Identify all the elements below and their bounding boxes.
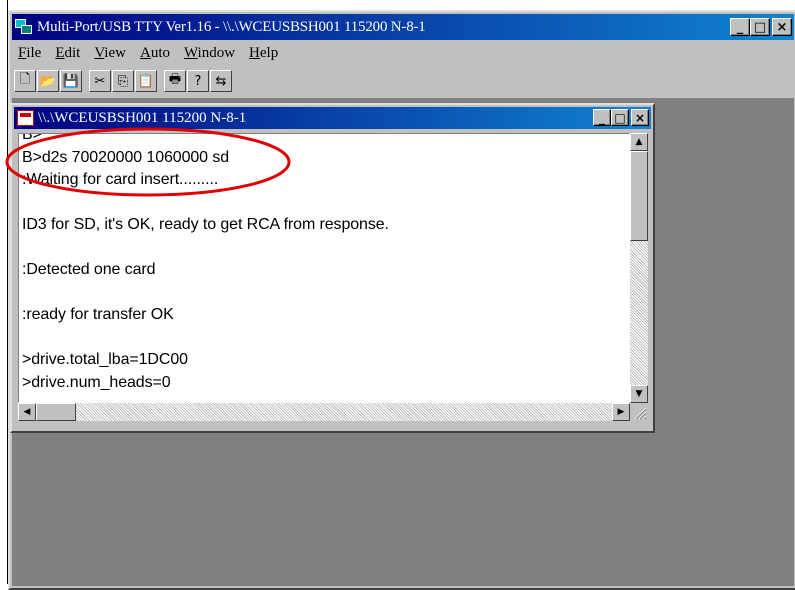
screen-left-edge xyxy=(0,0,8,584)
terminal-line: B> xyxy=(22,133,42,143)
menu-mnemonic: E xyxy=(55,44,65,61)
terminal-line: :Detected one card xyxy=(22,261,156,278)
menu-item-edit[interactable]: Edit xyxy=(49,45,88,62)
terminal-line: ID3 for SD, it's OK, ready to get RCA fr… xyxy=(22,216,389,233)
new-icon[interactable]: 🗋 xyxy=(14,70,36,92)
print-icon[interactable]: 🖶 xyxy=(164,70,186,92)
scroll-up-icon[interactable]: ▲ xyxy=(630,133,648,151)
child-window-controls: _ □ × xyxy=(593,109,649,126)
menu-label: ile xyxy=(26,44,42,61)
horizontal-scrollbar[interactable]: ◀ ▶ xyxy=(18,403,630,421)
help-icon[interactable]: ? xyxy=(187,70,209,92)
resize-grip-icon[interactable] xyxy=(630,403,648,421)
cut-icon[interactable]: ✂ xyxy=(89,70,111,92)
terminal-line: B>d2s 70020000 1060000 sd xyxy=(22,148,230,166)
menu-item-file[interactable]: File xyxy=(12,45,49,62)
toolbar: 🗋 📂 💾 ✂ ⎘ 📋 🖶? ⇆ xyxy=(14,68,233,94)
app-icon[interactable] xyxy=(15,19,33,35)
terminal-line: >drive.total_lba=1DC00 xyxy=(22,351,188,368)
terminal-output[interactable]: B> B>d2s 70020000 1060000 sd :Waiting for … xyxy=(18,133,630,403)
child-maximize-button[interactable]: □ xyxy=(611,109,629,126)
main-window-title: Multi-Port/USB TTY Ver1.16 - \\.\WCEUSBS… xyxy=(37,18,426,35)
menu-mnemonic: A xyxy=(139,44,151,61)
menu-label: indow xyxy=(197,44,236,61)
terminal-line: :ready for transfer OK xyxy=(22,306,174,323)
terminal-child-window: \\.\WCEUSBSH001 115200 N-8-1 _ □ × B> B>d… xyxy=(10,103,655,433)
terminal-line: :Waiting for card insert......... xyxy=(22,171,219,188)
maximize-button[interactable]: □ xyxy=(750,18,770,36)
menu-mnemonic: H xyxy=(249,44,260,61)
menu-label: uto xyxy=(150,44,170,61)
menu-label: iew xyxy=(104,44,126,61)
minimize-button[interactable]: _ xyxy=(730,18,750,36)
scroll-right-icon[interactable]: ▶ xyxy=(612,403,630,421)
menu-item-view[interactable]: View xyxy=(88,45,134,62)
vertical-scrollbar[interactable]: ▲ ▼ xyxy=(630,133,648,403)
screen-top-edge xyxy=(0,0,795,3)
menu-label: dit xyxy=(64,44,81,61)
scroll-left-icon[interactable]: ◀ xyxy=(18,403,36,421)
child-title-bar[interactable]: \\.\WCEUSBSH001 115200 N-8-1 _ □ × xyxy=(14,107,651,129)
scroll-down-icon[interactable]: ▼ xyxy=(630,385,648,403)
main-title-bar[interactable]: Multi-Port/USB TTY Ver1.16 - \\.\WCEUSBS… xyxy=(12,14,794,40)
document-icon[interactable] xyxy=(17,110,34,126)
copy-icon[interactable]: ⎘ xyxy=(112,70,134,92)
horizontal-scroll-thumb[interactable] xyxy=(36,403,76,421)
menu-item-help[interactable]: Help xyxy=(243,45,286,62)
menu-bar: File Edit View Auto Window Help xyxy=(12,42,286,64)
menu-item-window[interactable]: Window xyxy=(178,45,243,62)
context-help-icon[interactable]: ⇆ xyxy=(210,70,232,92)
vertical-scroll-thumb[interactable] xyxy=(630,151,648,241)
main-window-controls: _ □ × xyxy=(730,18,792,36)
menu-mnemonic: V xyxy=(94,44,105,61)
open-icon[interactable]: 📂 xyxy=(37,70,59,92)
save-icon[interactable]: 💾 xyxy=(60,70,82,92)
menu-item-auto[interactable]: Auto xyxy=(134,45,178,62)
child-window-title: \\.\WCEUSBSH001 115200 N-8-1 xyxy=(38,109,247,126)
terminal-line: >drive.num_heads=0 xyxy=(22,373,171,391)
menu-label: elp xyxy=(259,44,279,61)
child-close-button[interactable]: × xyxy=(631,109,649,126)
paste-icon[interactable]: 📋 xyxy=(135,70,157,92)
close-button[interactable]: × xyxy=(772,18,792,36)
child-minimize-button[interactable]: _ xyxy=(593,109,611,126)
menu-mnemonic: W xyxy=(183,44,198,61)
